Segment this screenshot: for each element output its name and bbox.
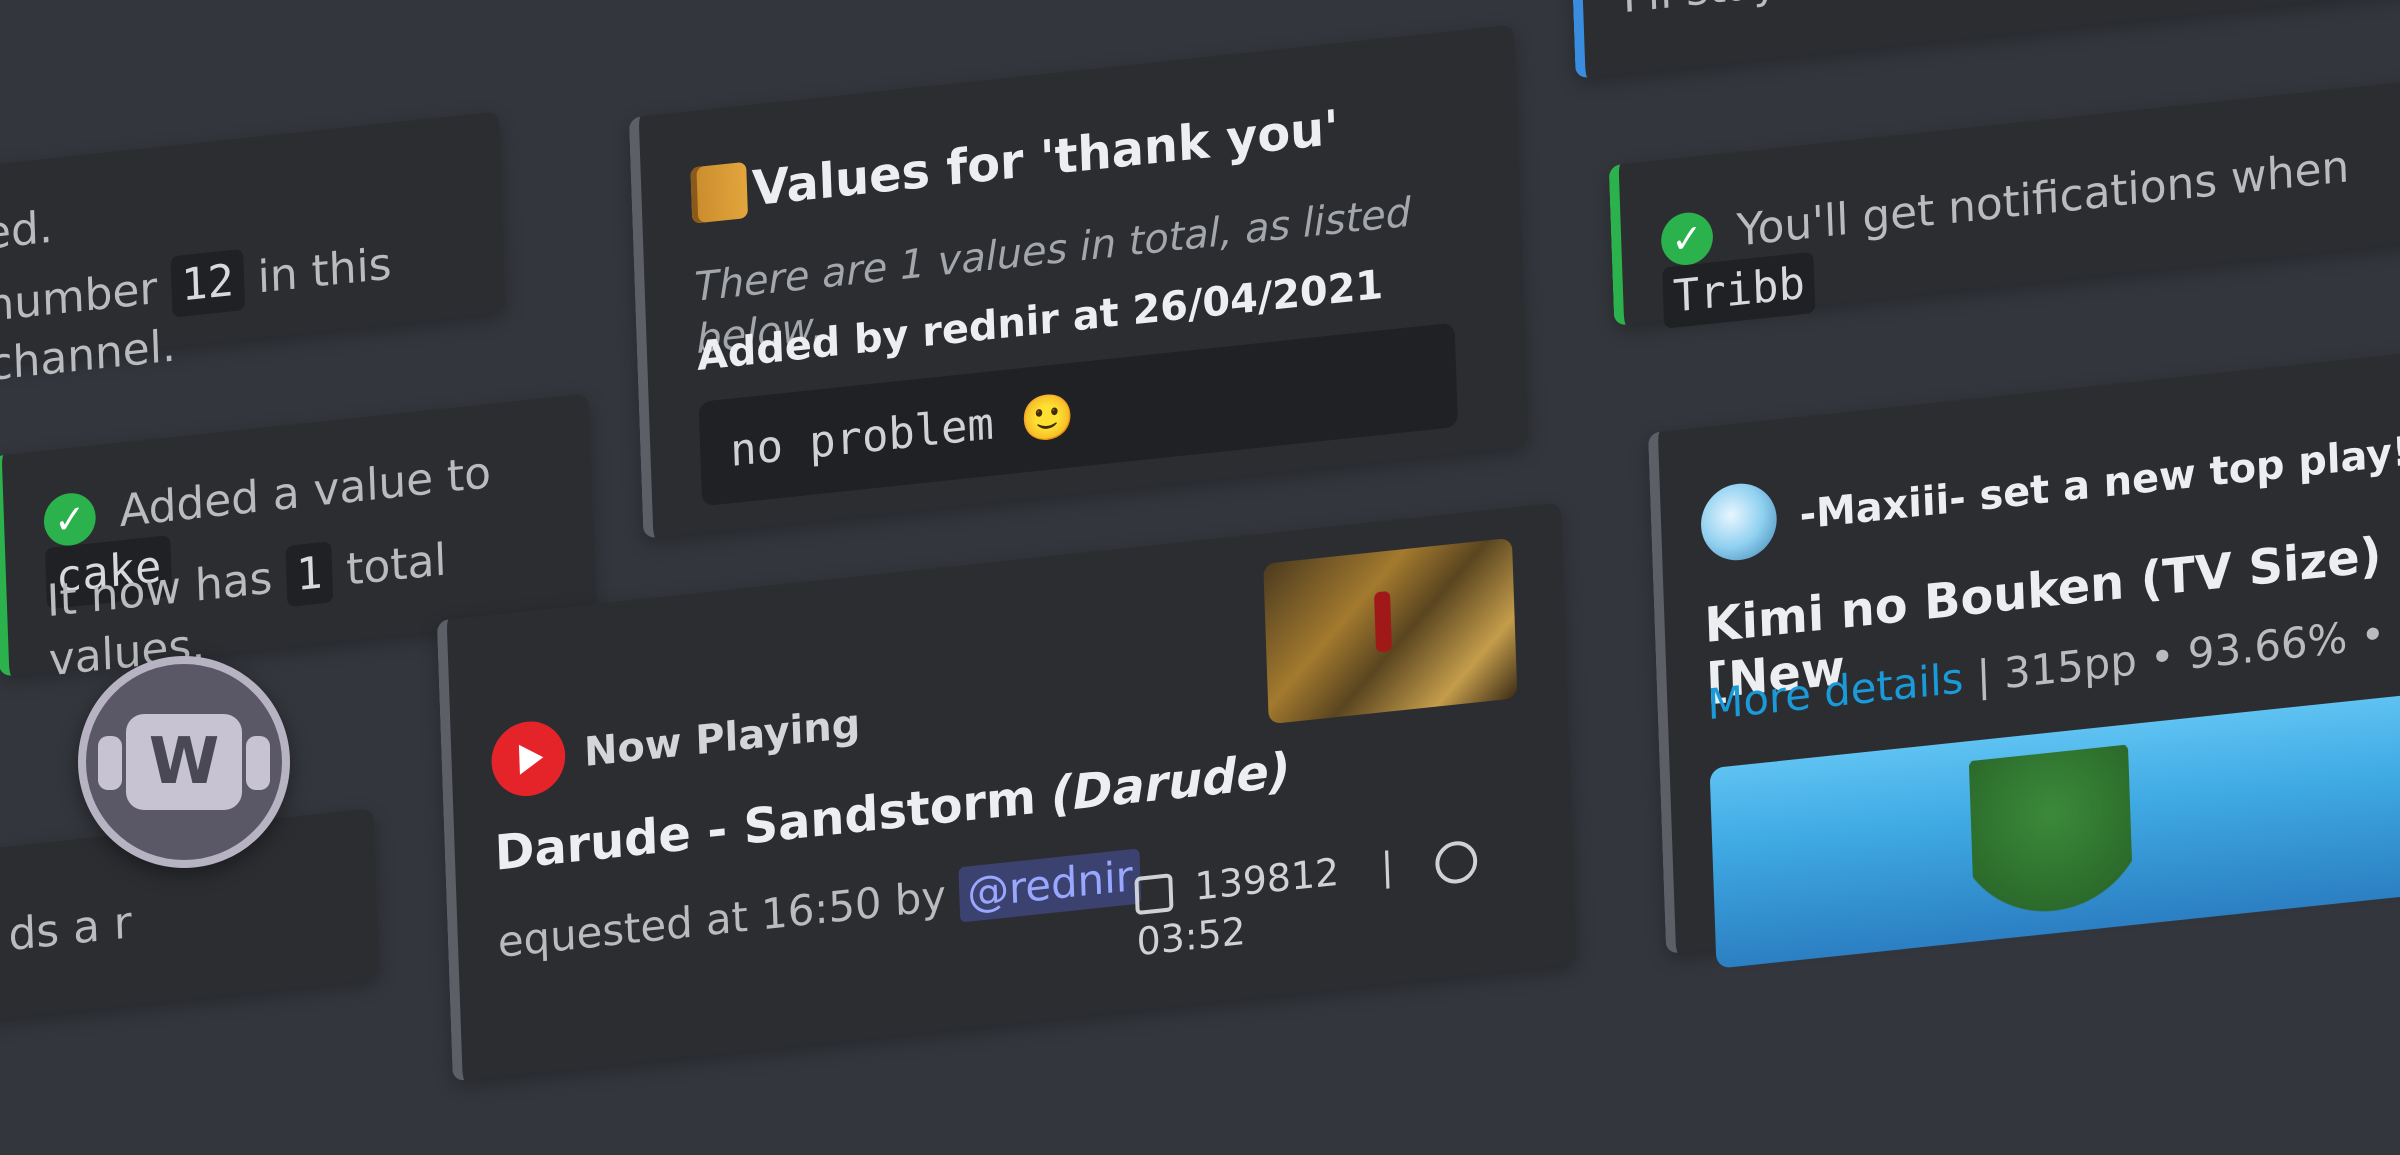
requested-text: equested at 16:50 by bbox=[496, 870, 947, 968]
values-card: Values for 'thank you' There are 1 value… bbox=[628, 24, 1529, 539]
check-icon: ✓ bbox=[43, 490, 97, 549]
song-artist: (Darude) bbox=[1049, 742, 1292, 824]
notifications-text: You'll get notifications when bbox=[1735, 141, 2351, 257]
now-playing-header: Now Playing bbox=[583, 700, 861, 776]
stage: ed. number 12 in this channel. ✓ Added a… bbox=[0, 0, 2400, 1082]
top-play-header[interactable]: -Maxiii- set a new top play! bbox=[1799, 428, 2400, 538]
now-playing-card: Now Playing Darude - Sandstorm (Darude) … bbox=[436, 502, 1577, 1082]
logo-left-ear bbox=[98, 736, 122, 790]
video-thumbnail[interactable] bbox=[1263, 537, 1518, 725]
values-code-value: no problem 🙂 bbox=[729, 389, 1076, 478]
youtube-icon bbox=[490, 717, 567, 800]
w-logo: W bbox=[78, 656, 290, 868]
values-title: Values for 'thank you' bbox=[751, 99, 1340, 218]
notebook-icon bbox=[690, 161, 749, 224]
duration: 03:52 bbox=[1135, 909, 1247, 965]
player-avatar[interactable] bbox=[1699, 479, 1778, 565]
voice-channel-text: I'll stay in the voice channel... bbox=[1622, 0, 2278, 26]
total-values-code: 1 bbox=[285, 541, 334, 608]
logo-right-ear bbox=[246, 736, 270, 790]
clock-icon bbox=[1434, 838, 1479, 886]
top-left-line2-prefix: number bbox=[0, 262, 159, 332]
check-icon: ✓ bbox=[1660, 210, 1714, 268]
top-left-code: 12 bbox=[170, 248, 245, 318]
beatmap-image[interactable] bbox=[1709, 688, 2400, 969]
message-card-top-left: ed. number 12 in this channel. bbox=[0, 111, 506, 391]
bottom-left-text: ds a r bbox=[7, 897, 133, 962]
top-play-card: -Maxiii- set a new top play! Kimi no Bou… bbox=[1647, 342, 2400, 969]
voice-channel-card: I'll stay in the voice channel... bbox=[1569, 0, 2400, 79]
views-icon bbox=[1134, 872, 1174, 915]
top-left-line1: ed. bbox=[0, 201, 54, 260]
added-value-prefix: Added a value to bbox=[118, 447, 492, 538]
requested-user-mention[interactable]: @rednir bbox=[958, 848, 1142, 923]
notifications-card: ✓ You'll get notifications when Tribb bbox=[1608, 72, 2400, 330]
views-count: 139812 bbox=[1193, 849, 1340, 909]
logo-letter: W bbox=[126, 714, 242, 810]
stats-separator: | bbox=[1380, 843, 1395, 890]
